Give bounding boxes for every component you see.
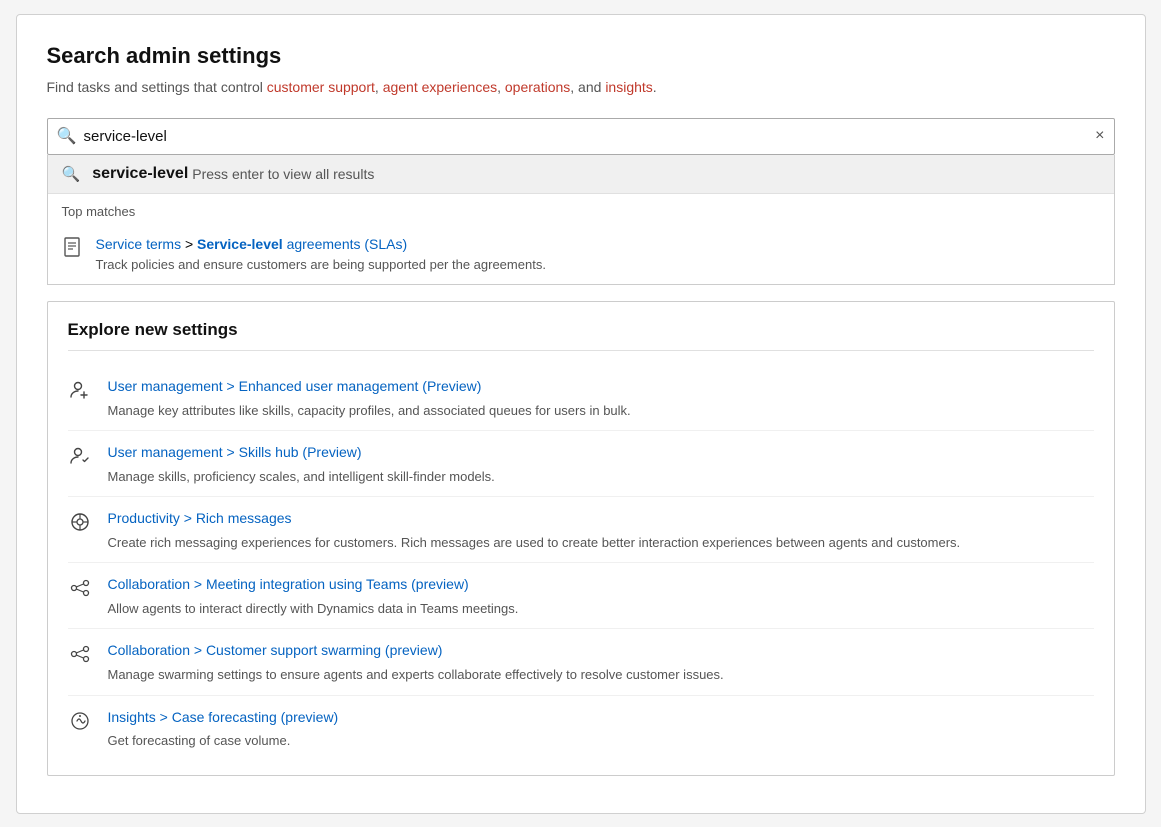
subtitle-highlight-insights: insights [605,79,652,95]
user-management-icon [68,379,92,407]
setting-desc-case-forecasting: Get forecasting of case volume. [108,731,339,751]
explore-section: Explore new settings User management > E… [47,301,1115,776]
suggestion-search-icon: 🔍 [62,165,81,183]
search-wrapper: 🔍 × [47,118,1115,155]
setting-title-rich-messages[interactable]: Productivity > Rich messages [108,509,961,529]
match-content: Service terms > Service-level agreements… [96,235,546,273]
setting-desc-skills-hub: Manage skills, proficiency scales, and i… [108,467,495,487]
setting-link-rich-messages[interactable]: Productivity > Rich messages [108,510,292,526]
setting-item-swarming[interactable]: Collaboration > Customer support swarmin… [68,629,1094,695]
setting-title-case-forecasting[interactable]: Insights > Case forecasting (preview) [108,708,339,728]
page-subtitle: Find tasks and settings that control cus… [47,77,1115,98]
setting-desc-swarming: Manage swarming settings to ensure agent… [108,665,724,685]
match-breadcrumb-service-level[interactable]: Service-level [197,236,283,252]
insights-icon [68,710,92,738]
search-input[interactable] [47,118,1115,155]
setting-desc-enhanced-user-mgmt: Manage key attributes like skills, capac… [108,401,631,421]
match-item[interactable]: Service terms > Service-level agreements… [48,225,1114,285]
search-dropdown: 🔍 service-level Press enter to view all … [47,155,1115,286]
setting-link-case-forecasting[interactable]: Insights > Case forecasting (preview) [108,709,339,725]
document-icon [62,237,82,262]
setting-title-skills-hub[interactable]: User management > Skills hub (Preview) [108,443,495,463]
setting-content-meeting-integration: Collaboration > Meeting integration usin… [108,575,519,618]
match-breadcrumb-agreements[interactable]: agreements (SLAs) [287,236,408,252]
setting-desc-meeting-integration: Allow agents to interact directly with D… [108,599,519,619]
main-container: Search admin settings Find tasks and set… [16,14,1146,814]
top-matches-label: Top matches [48,194,1114,225]
setting-item-enhanced-user-mgmt[interactable]: User management > Enhanced user manageme… [68,365,1094,431]
setting-item-meeting-integration[interactable]: Collaboration > Meeting integration usin… [68,563,1094,629]
setting-link-skills-hub[interactable]: User management > Skills hub (Preview) [108,444,362,460]
search-suggestion-row[interactable]: 🔍 service-level Press enter to view all … [48,155,1114,194]
suggestion-keyword: service-level [92,165,188,183]
setting-desc-rich-messages: Create rich messaging experiences for cu… [108,533,961,553]
setting-content-case-forecasting: Insights > Case forecasting (preview) Ge… [108,708,339,751]
collaboration-swarm-icon [68,643,92,671]
setting-title-meeting-integration[interactable]: Collaboration > Meeting integration usin… [108,575,519,595]
setting-content-swarming: Collaboration > Customer support swarmin… [108,641,724,684]
setting-item-skills-hub[interactable]: User management > Skills hub (Preview) M… [68,431,1094,497]
setting-item-case-forecasting[interactable]: Insights > Case forecasting (preview) Ge… [68,696,1094,761]
search-icon: 🔍 [57,126,77,146]
setting-link-enhanced-user-mgmt[interactable]: User management > Enhanced user manageme… [108,378,482,394]
match-breadcrumb-service-terms[interactable]: Service terms [96,236,182,252]
explore-title: Explore new settings [68,320,1094,351]
setting-title-swarming[interactable]: Collaboration > Customer support swarmin… [108,641,724,661]
collaboration-icon [68,577,92,605]
setting-item-rich-messages[interactable]: Productivity > Rich messages Create rich… [68,497,1094,563]
productivity-icon [68,511,92,539]
setting-title-enhanced-user-mgmt[interactable]: User management > Enhanced user manageme… [108,377,631,397]
match-description: Track policies and ensure customers are … [96,257,546,272]
setting-content-skills-hub: User management > Skills hub (Preview) M… [108,443,495,486]
suggestion-hint: Press enter to view all results [192,166,374,182]
page-title: Search admin settings [47,43,1115,69]
clear-icon[interactable]: × [1095,127,1104,145]
match-breadcrumb-separator: > [185,236,197,252]
subtitle-highlight-ops: operations [505,79,570,95]
setting-link-meeting-integration[interactable]: Collaboration > Meeting integration usin… [108,576,469,592]
match-title[interactable]: Service terms > Service-level agreements… [96,235,546,255]
setting-content-rich-messages: Productivity > Rich messages Create rich… [108,509,961,552]
subtitle-highlight-customer: customer support [267,79,375,95]
subtitle-highlight-agent: agent experiences [383,79,497,95]
user-skills-icon [68,445,92,473]
setting-content-enhanced-user-mgmt: User management > Enhanced user manageme… [108,377,631,420]
setting-link-swarming[interactable]: Collaboration > Customer support swarmin… [108,642,443,658]
